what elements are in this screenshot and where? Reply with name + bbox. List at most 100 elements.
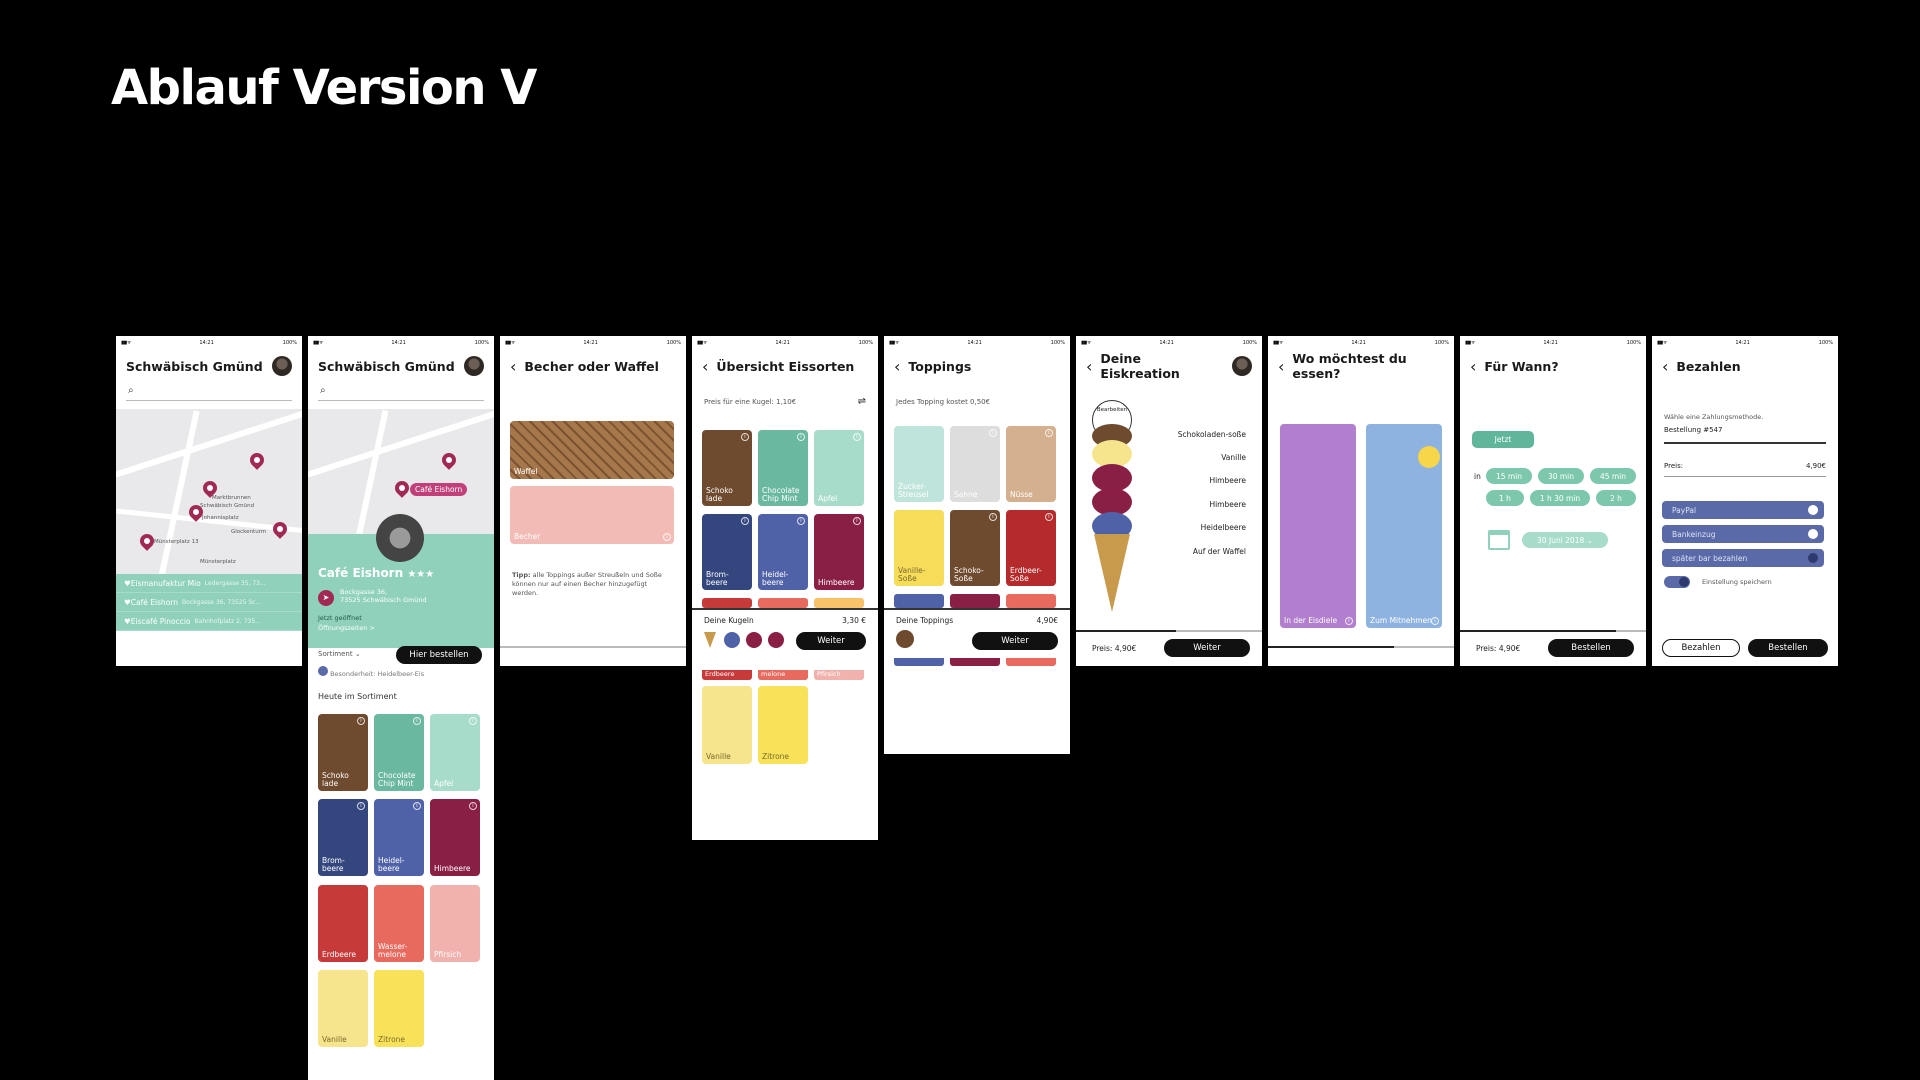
topping-tile[interactable]: i Erdbeer- Soße: [1006, 510, 1056, 586]
flavor-tile[interactable]: i Heidel- beere: [758, 514, 808, 590]
topping-tile[interactable]: i Schoko- Soße: [950, 510, 1000, 586]
rating-stars: ★★★: [407, 569, 435, 580]
info-icon: [318, 666, 328, 676]
price-note: Preis für eine Kugel: 1,10€: [704, 398, 797, 406]
next-button[interactable]: Weiter: [796, 632, 866, 650]
date-select[interactable]: 30 Juni 2018 ⌄: [1522, 532, 1608, 548]
flavor-tile[interactable]: Wasser- melone: [374, 885, 424, 962]
avatar[interactable]: [1232, 356, 1252, 376]
back-icon[interactable]: ‹: [894, 357, 900, 376]
place-item[interactable]: ♥ Café Eishorn Bockgasse 36, 73525 Sc...: [116, 593, 302, 612]
topping-tile[interactable]: i Nüsse: [1006, 426, 1056, 502]
flavor-tile[interactable]: i Brom- beere: [318, 799, 368, 876]
filter-icon[interactable]: ⇌: [858, 396, 866, 407]
cash-option[interactable]: später bar bezahlen: [1662, 549, 1824, 567]
scoops-panel: Deine Kugeln 3,30 € Weiter: [692, 608, 878, 670]
pin-label: Café Eishorn: [410, 483, 468, 496]
calendar-icon[interactable]: [1488, 530, 1510, 550]
flavor-tile[interactable]: Pfirsich: [430, 885, 480, 962]
chevron-down-icon: ⌄: [1586, 535, 1593, 545]
flavor-tile[interactable]: Erdbeere: [318, 885, 368, 962]
back-icon[interactable]: ‹: [510, 357, 516, 376]
back-icon[interactable]: ‹: [1086, 357, 1092, 376]
flavor-tile[interactable]: i Chocolate Chip Mint: [374, 714, 424, 791]
status-bar: ▮▮▮ ᯤ 14:21 100%: [1657, 339, 1833, 346]
map-view[interactable]: Marktbrunnen Schwäbisch Gmünd Johannispl…: [116, 409, 302, 574]
avatar[interactable]: [272, 356, 292, 376]
flavor-tile[interactable]: Vanille: [702, 686, 752, 764]
flavor-tile[interactable]: i Schoko lade: [702, 430, 752, 506]
order-button[interactable]: Bestellen: [1748, 639, 1828, 657]
back-icon[interactable]: ‹: [702, 357, 708, 376]
scoops-label: Deine Kugeln: [704, 616, 754, 625]
waffle-option[interactable]: Waffel: [510, 421, 674, 479]
back-icon[interactable]: ‹: [1470, 357, 1476, 376]
flavor-tile[interactable]: i Brom- beere: [702, 514, 752, 590]
order-here-button[interactable]: Hier bestellen: [396, 646, 482, 664]
now-chip[interactable]: Jetzt: [1472, 431, 1534, 448]
screen-container: ▮▮▮ ᯤ 14:21 100% ‹ Becher oder Waffel Waffe…: [500, 336, 686, 666]
cup-option[interactable]: i Becher: [510, 486, 674, 544]
chevron-down-icon: ⌄: [354, 650, 361, 658]
map-pin[interactable]: [439, 450, 459, 470]
eat-in-option[interactable]: i In der Eisdiele: [1280, 424, 1356, 628]
flavor-tile[interactable]: i Chocolate Chip Mint: [758, 430, 808, 506]
opening-hours-link[interactable]: Öffnungszeiten >: [318, 624, 375, 632]
status-bar: ▮▮▮ ᯤ 14:21 100%: [697, 339, 873, 346]
special-note: Besonderheit: Heidelbeer-Eis: [318, 666, 424, 678]
pay-button[interactable]: Bezahlen: [1662, 639, 1740, 657]
waffle-cone: [1094, 534, 1130, 612]
time-chip[interactable]: 1 h: [1486, 490, 1524, 506]
radio[interactable]: [1808, 529, 1818, 539]
flavor-tile[interactable]: i Heidel- beere: [374, 799, 424, 876]
map-pin[interactable]: [392, 478, 412, 498]
flavor-tile[interactable]: i Schoko lade: [318, 714, 368, 791]
chocolate-sauce-icon: [896, 630, 914, 648]
scoop-icon[interactable]: [724, 632, 740, 648]
back-icon[interactable]: ‹: [1278, 357, 1284, 376]
place-item[interactable]: ♥ Eismanufaktur Mio Ledergasse 35, 73...: [116, 574, 302, 593]
screen-toppings: ▮▮▮ ᯤ 14:21 100% ‹ Toppings Jedes Topping k…: [884, 336, 1070, 754]
save-toggle[interactable]: [1664, 576, 1690, 588]
flavor-tile[interactable]: i Himbeere: [814, 514, 864, 590]
paypal-option[interactable]: PayPal: [1662, 501, 1824, 519]
search-input[interactable]: ⌕: [318, 385, 484, 401]
time-chip[interactable]: 2 h: [1596, 490, 1636, 506]
divider: [1664, 442, 1826, 444]
flavor-tile[interactable]: i Himbeere: [430, 799, 480, 876]
map-pin[interactable]: [247, 450, 267, 470]
price-label: Preis:: [1664, 462, 1684, 470]
flavor-tile[interactable]: i Apfel: [814, 430, 864, 506]
layer-label: Vanille: [1221, 453, 1246, 462]
back-icon[interactable]: ‹: [1662, 357, 1668, 376]
time-chip[interactable]: 15 min: [1486, 468, 1532, 484]
toppings-label: Deine Toppings: [896, 616, 954, 625]
scoop-icon[interactable]: [746, 632, 762, 648]
bank-option[interactable]: Bankeinzug: [1662, 525, 1824, 543]
flavor-tile[interactable]: Vanille: [318, 970, 368, 1047]
flavor-tile[interactable]: i Apfel: [430, 714, 480, 791]
scoop-icon[interactable]: [768, 632, 784, 648]
topping-tile[interactable]: i Sahne: [950, 426, 1000, 502]
radio[interactable]: [1808, 553, 1818, 563]
status-bar: ▮▮▮ ᯤ 14:21 100%: [121, 339, 297, 346]
topping-tile[interactable]: Vanille- Soße: [894, 510, 944, 586]
screen-title: Schwäbisch Gmünd: [318, 358, 455, 374]
topping-tile[interactable]: Zucker- Streusel: [894, 426, 944, 502]
map-pin[interactable]: [270, 519, 290, 539]
time-chip[interactable]: 45 min: [1590, 468, 1636, 484]
place-item[interactable]: ♥ Eiscafé Pinoccio Bahnhofplatz 2, 735...: [116, 612, 302, 631]
next-button[interactable]: Weiter: [972, 632, 1058, 650]
avatar[interactable]: [464, 356, 484, 376]
order-button[interactable]: Bestellen: [1548, 639, 1634, 657]
status-bar: ▮▮▮ ᯤ 14:21 100%: [313, 339, 489, 346]
next-button[interactable]: Weiter: [1164, 639, 1250, 657]
radio-selected[interactable]: [1808, 505, 1818, 515]
flavor-tile[interactable]: Zitrone: [758, 686, 808, 764]
time-chip[interactable]: 1 h 30 min: [1530, 490, 1590, 506]
search-input[interactable]: ⌕: [126, 385, 292, 401]
flavor-tile[interactable]: Zitrone: [374, 970, 424, 1047]
time-chip[interactable]: 30 min: [1538, 468, 1584, 484]
assortment-dropdown[interactable]: Sortiment ⌄: [318, 650, 361, 658]
progress-bar: [1268, 646, 1454, 648]
